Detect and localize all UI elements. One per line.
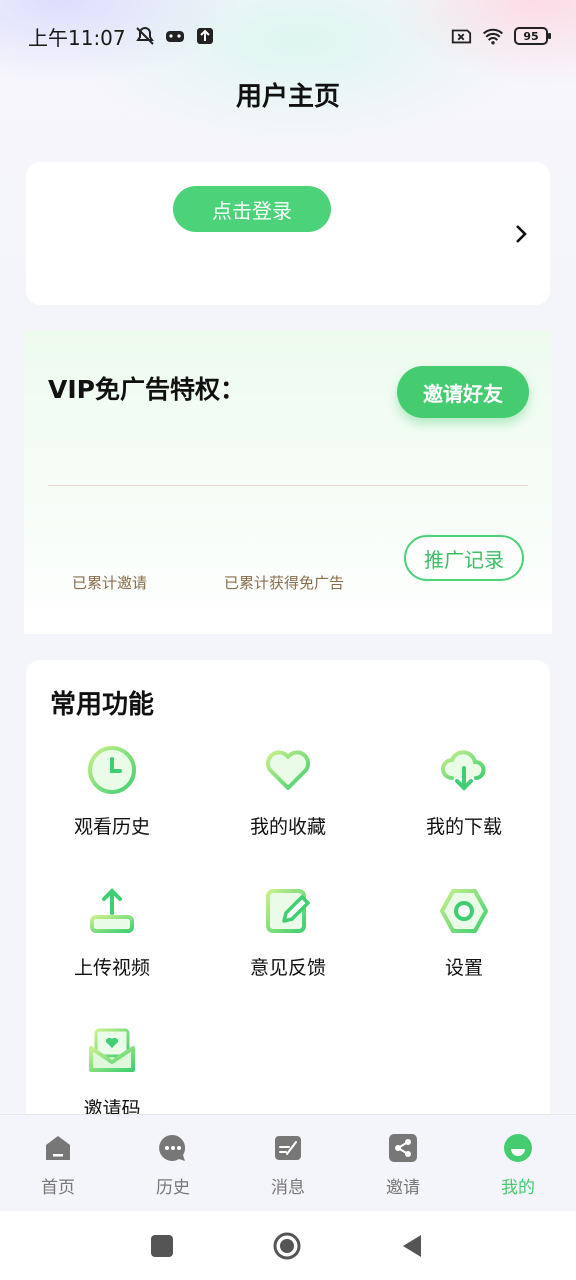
ad-free-earned-label: 已累计获得免广告	[224, 574, 345, 592]
tab-messages[interactable]: 消息	[238, 1133, 338, 1198]
watch-history-item[interactable]: 观看历史	[37, 744, 187, 839]
my-favorites-item[interactable]: 我的收藏	[213, 744, 363, 839]
heart-icon	[265, 750, 311, 790]
page-title: 用户主页	[235, 82, 340, 112]
tab-history[interactable]: 历史	[123, 1133, 223, 1198]
login-card[interactable]: 点击登录	[26, 162, 550, 305]
functions-card: 常用功能 观看历史 我的收藏 我的下载 上传视频 意见反馈 设置 邀请码	[26, 660, 550, 1130]
tab-label: 我的	[501, 1178, 535, 1198]
bell-off-icon	[134, 25, 156, 47]
tab-home[interactable]: 首页	[8, 1133, 108, 1198]
invited-count-label: 已累计邀请	[72, 574, 148, 592]
back-icon[interactable]	[397, 1231, 427, 1261]
tab-invite[interactable]: 邀请	[353, 1133, 453, 1198]
bottom-tab-bar: 首页 历史 消息 邀请 我的	[0, 1114, 576, 1211]
chevron-right-icon[interactable]	[514, 222, 528, 246]
upload-video-item[interactable]: 上传视频	[37, 885, 187, 980]
vip-card: VIP免广告特权： 邀请好友 已累计邀请 已累计获得免广告 推广记录	[24, 330, 552, 634]
my-downloads-item[interactable]: 我的下载	[389, 744, 539, 839]
invite-code-item[interactable]: 邀请码	[37, 1026, 187, 1121]
tab-label: 邀请	[386, 1178, 420, 1198]
invite-friends-button[interactable]: 邀请好友	[397, 366, 529, 418]
upload-icon	[90, 888, 134, 933]
chat-dots-icon	[159, 1134, 186, 1161]
clock-icon	[88, 746, 136, 794]
wifi-icon	[482, 25, 504, 47]
battery-indicator: 95	[514, 27, 551, 45]
vip-title: VIP免广告特权：	[48, 375, 245, 404]
profile-icon	[504, 1134, 532, 1162]
share-icon	[389, 1134, 417, 1162]
func-label: 我的收藏	[249, 816, 326, 838]
func-label: 我的下载	[425, 816, 502, 838]
gamepad-icon	[164, 25, 186, 47]
func-label: 设置	[444, 957, 483, 979]
home-button-icon[interactable]	[272, 1231, 302, 1261]
tab-label: 首页	[41, 1178, 75, 1198]
func-label: 意见反馈	[249, 957, 326, 979]
sim-off-icon	[450, 25, 472, 47]
cloud-download-icon	[441, 750, 486, 791]
divider	[48, 485, 528, 486]
mail-heart-icon	[89, 1028, 135, 1072]
system-navigation-bar	[0, 1211, 576, 1280]
status-bar: 上午11:07 95	[0, 0, 576, 72]
login-button[interactable]: 点击登录	[173, 186, 331, 232]
settings-item[interactable]: 设置	[389, 885, 539, 980]
tab-label: 消息	[271, 1178, 305, 1198]
functions-title: 常用功能	[50, 690, 155, 720]
upload-notification-icon	[194, 25, 216, 47]
status-time: 上午11:07	[28, 25, 126, 50]
tab-label: 历史	[156, 1178, 190, 1198]
home-icon	[46, 1136, 70, 1160]
settings-icon	[440, 889, 488, 933]
edit-note-icon	[266, 889, 310, 933]
func-label: 观看历史	[73, 816, 150, 838]
message-icon	[275, 1136, 301, 1160]
feedback-item[interactable]: 意见反馈	[213, 885, 363, 980]
recent-apps-icon[interactable]	[147, 1231, 177, 1261]
func-label: 上传视频	[73, 957, 150, 979]
promotion-records-button[interactable]: 推广记录	[404, 535, 524, 581]
tab-mine[interactable]: 我的	[468, 1133, 568, 1198]
